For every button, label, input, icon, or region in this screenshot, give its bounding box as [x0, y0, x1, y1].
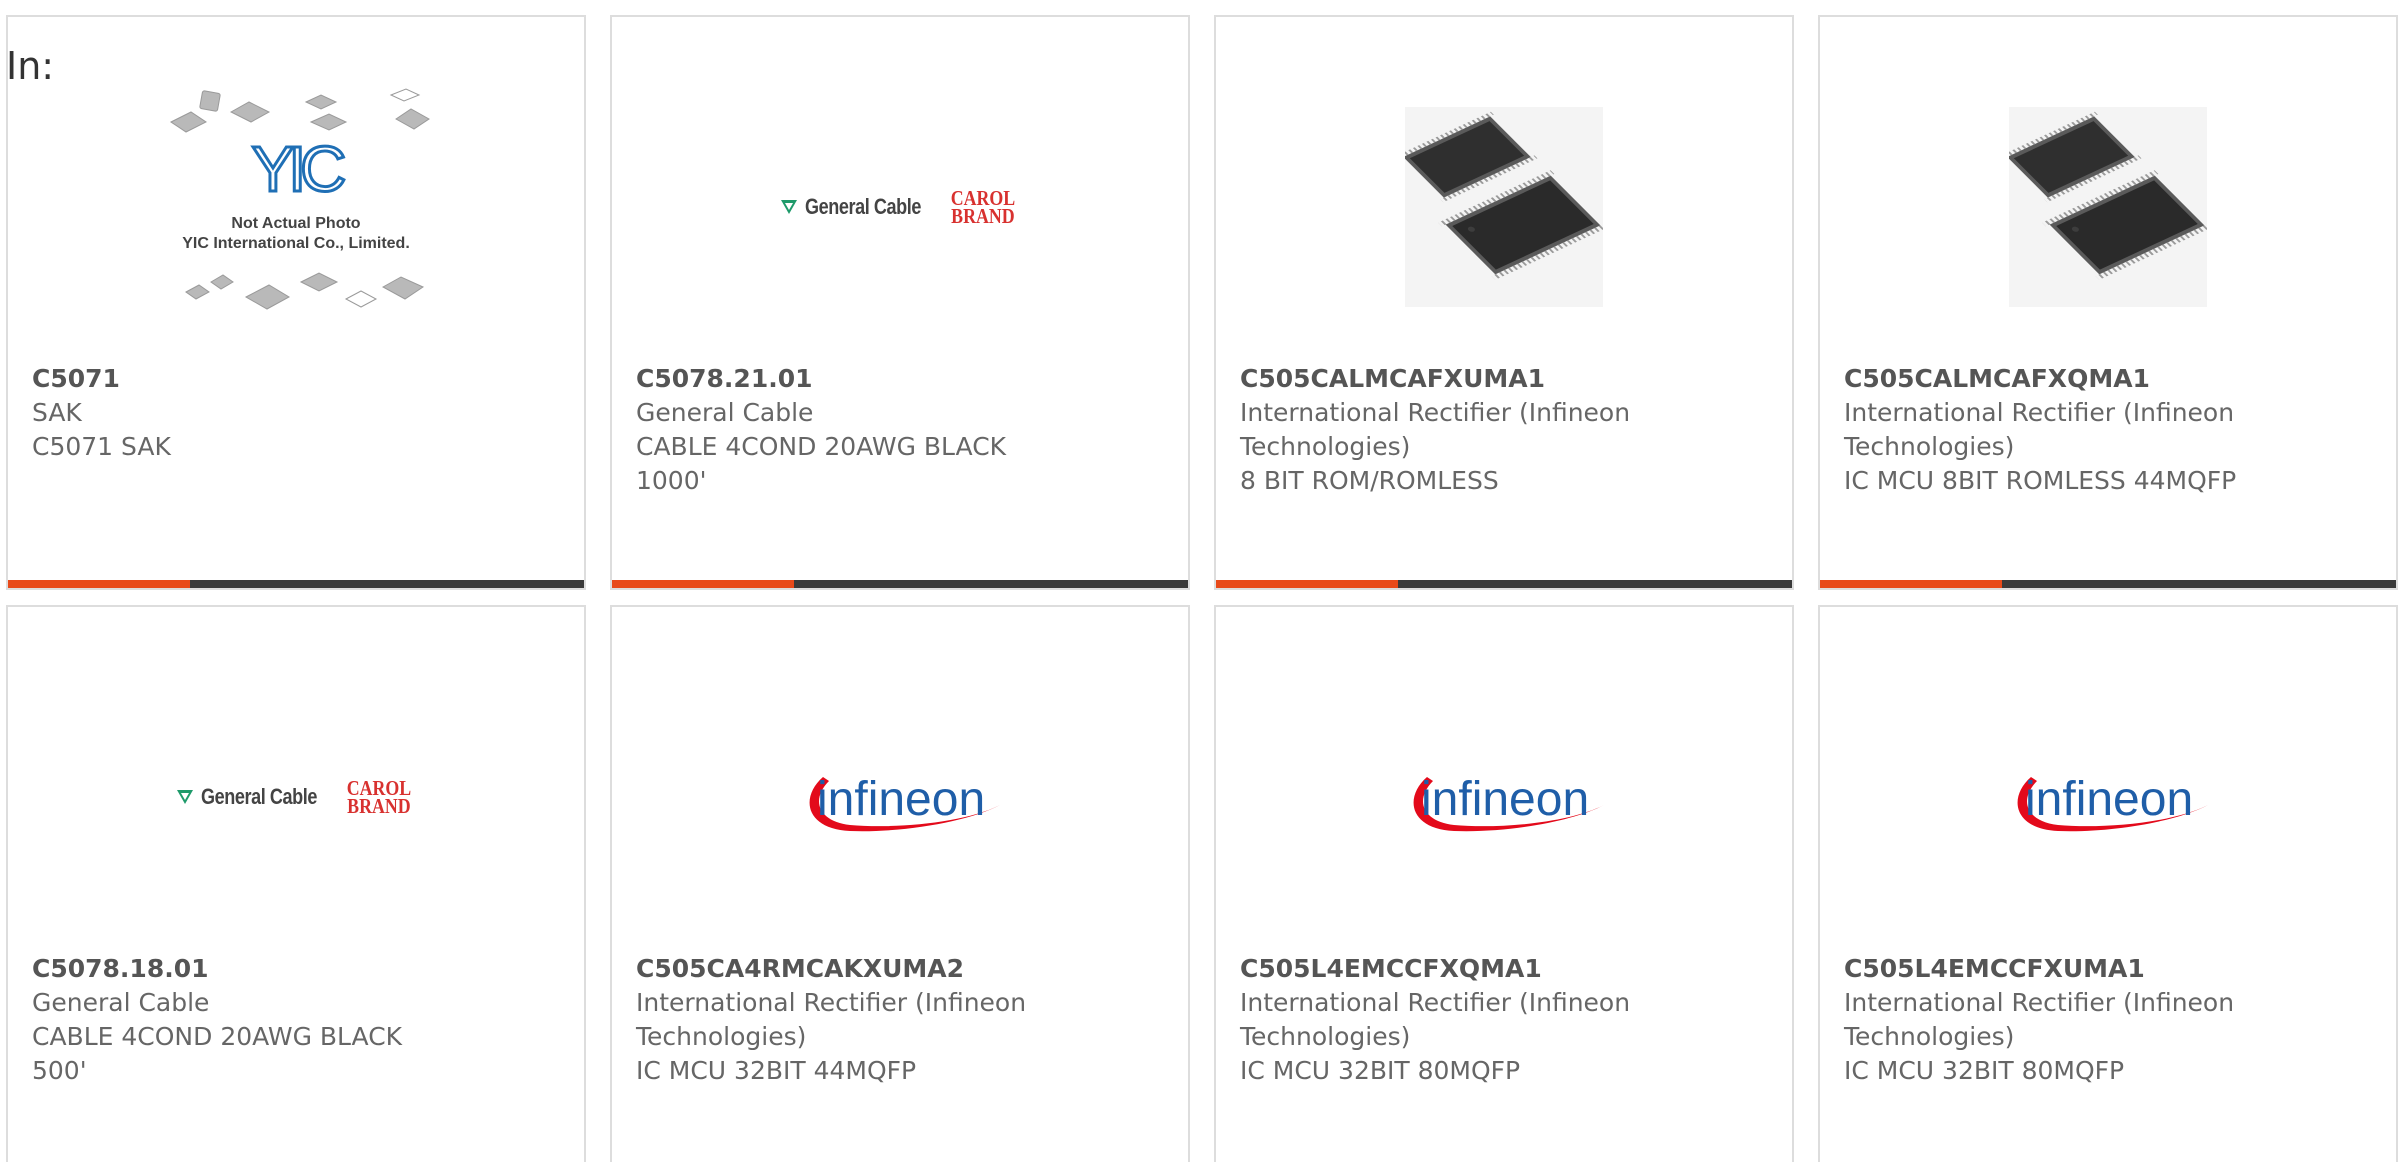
general-cable-shield-icon: [781, 200, 798, 214]
card-accent-bar: [612, 580, 794, 588]
product-card[interactable]: General Cable CAROL BRAND C5078.18.01 Ge…: [6, 605, 586, 1162]
product-card[interactable]: C505CALMCAFXQMA1 International Rectifier…: [1818, 15, 2398, 590]
part-number[interactable]: C505CALMCAFXUMA1: [1240, 362, 1660, 396]
product-info: C5071 SAK C5071 SAK: [32, 362, 452, 464]
product-info: C505CA4RMCAKXUMA2 International Rectifie…: [636, 952, 1056, 1088]
card-accent-bar: [1820, 580, 2002, 588]
infineon-logo: infineon: [809, 773, 1000, 832]
product-card[interactable]: infineon C505L4EMCCFXQMA1 International …: [1214, 605, 1794, 1162]
yic-mark: YIC: [250, 133, 348, 205]
product-card[interactable]: infineon C505L4EMCCFXUMA1 International …: [1818, 605, 2398, 1162]
qfp-chip-icon: [1396, 107, 1608, 307]
product-image: [1820, 87, 2396, 327]
product-image: infineon: [1820, 677, 2396, 917]
manufacturer: General Cable: [32, 988, 210, 1017]
product-listing-page: In: YIC Not Actual Photo YIC Internation…: [0, 0, 2400, 1162]
description: CABLE 4COND 20AWG BLACK 1000': [636, 432, 1007, 495]
svg-text:infineon: infineon: [2025, 773, 2193, 826]
card-accent-bar: [8, 580, 190, 588]
manufacturer: International Rectifier (Infineon Techno…: [636, 988, 1027, 1051]
manufacturer: International Rectifier (Infineon Techno…: [1240, 988, 1631, 1051]
part-number[interactable]: C505L4EMCCFXUMA1: [1844, 952, 2264, 986]
part-number[interactable]: C5078.21.01: [636, 362, 1056, 396]
part-number[interactable]: C505L4EMCCFXQMA1: [1240, 952, 1660, 986]
infineon-logo: infineon: [2017, 773, 2208, 832]
card-bottom-bar: [612, 580, 1188, 588]
chip-collage-icon: [170, 88, 430, 310]
description: IC MCU 32BIT 80MQFP: [1240, 1056, 1521, 1085]
product-grid: YIC Not Actual Photo YIC International C…: [6, 15, 2398, 1162]
part-number[interactable]: C5078.18.01: [32, 952, 452, 986]
carol-brand-mark: CAROL BRAND: [346, 776, 411, 818]
product-info: C5078.21.01 General Cable CABLE 4COND 20…: [636, 362, 1056, 498]
card-bottom-bar: [1820, 580, 2396, 588]
qfp-chip-photo: [2000, 107, 2212, 307]
product-image: General Cable CAROL BRAND: [8, 677, 584, 917]
product-card[interactable]: infineon C505CA4RMCAKXUMA2 International…: [610, 605, 1190, 1162]
filter-label: In:: [6, 44, 55, 88]
svg-text:infineon: infineon: [1421, 773, 1589, 826]
product-info: C5078.18.01 General Cable CABLE 4COND 20…: [32, 952, 452, 1088]
product-image: General Cable CAROL BRAND: [612, 87, 1188, 327]
infineon-logo: infineon: [1413, 773, 1604, 832]
product-info: C505CALMCAFXQMA1 International Rectifier…: [1844, 362, 2264, 498]
manufacturer: International Rectifier (Infineon Techno…: [1844, 988, 2235, 1051]
card-bottom-bar: [1216, 580, 1792, 588]
product-image: infineon: [1216, 677, 1792, 917]
description: IC MCU 32BIT 44MQFP: [636, 1056, 917, 1085]
manufacturer: International Rectifier (Infineon Techno…: [1240, 398, 1631, 461]
qfp-chip-icon: [2000, 107, 2212, 307]
general-cable-shield-icon: [177, 790, 194, 804]
part-number[interactable]: C505CA4RMCAKXUMA2: [636, 952, 1056, 986]
product-image: YIC Not Actual Photo YIC International C…: [8, 87, 584, 327]
description: CABLE 4COND 20AWG BLACK 500': [32, 1022, 403, 1085]
svg-text:infineon: infineon: [817, 773, 985, 826]
product-info: C505L4EMCCFXUMA1 International Rectifier…: [1844, 952, 2264, 1088]
product-image: infineon: [612, 677, 1188, 917]
manufacturer: International Rectifier (Infineon Techno…: [1844, 398, 2235, 461]
yic-placeholder-image: YIC Not Actual Photo YIC International C…: [161, 87, 431, 327]
general-cable-logo: General Cable CAROL BRAND: [175, 776, 416, 818]
product-info: C505L4EMCCFXQMA1 International Rectifier…: [1240, 952, 1660, 1088]
product-image: [1216, 87, 1792, 327]
description: IC MCU 32BIT 80MQFP: [1844, 1056, 2125, 1085]
yic-caption: Not Actual Photo YIC International Co., …: [182, 215, 410, 252]
card-accent-bar: [1216, 580, 1398, 588]
description: IC MCU 8BIT ROMLESS 44MQFP: [1844, 466, 2237, 495]
description: C5071 SAK: [32, 432, 171, 461]
part-number[interactable]: C505CALMCAFXQMA1: [1844, 362, 2264, 396]
product-card[interactable]: C505CALMCAFXUMA1 International Rectifier…: [1214, 15, 1794, 590]
product-card[interactable]: General Cable CAROL BRAND C5078.21.01 Ge…: [610, 15, 1190, 590]
part-number[interactable]: C5071: [32, 362, 452, 396]
manufacturer: SAK: [32, 398, 82, 427]
qfp-chip-photo: [1396, 107, 1608, 307]
carol-brand-mark: CAROL BRAND: [950, 186, 1015, 228]
product-info: C505CALMCAFXUMA1 International Rectifier…: [1240, 362, 1660, 498]
description: 8 BIT ROM/ROMLESS: [1240, 466, 1499, 495]
product-card[interactable]: YIC Not Actual Photo YIC International C…: [6, 15, 586, 590]
general-cable-logo: General Cable CAROL BRAND: [779, 186, 1020, 228]
card-bottom-bar: [8, 580, 584, 588]
manufacturer: General Cable: [636, 398, 814, 427]
